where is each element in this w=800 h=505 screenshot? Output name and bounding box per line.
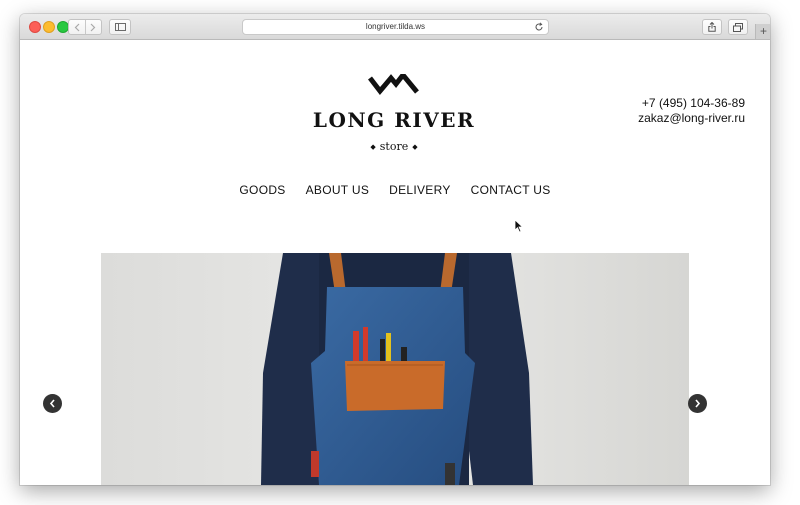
mountain-logo-icon xyxy=(368,74,419,95)
chevron-left-icon xyxy=(49,399,55,408)
diamond-icon: ◆ xyxy=(370,143,376,151)
phone-number[interactable]: +7 (495) 104-36-89 xyxy=(638,96,745,111)
browser-window: longriver.tilda.ws + LONG RIVER ◆ store ◆ … xyxy=(20,14,770,485)
share-icon xyxy=(708,22,716,32)
menu-item-contact-us[interactable]: CONTACT US xyxy=(471,183,551,197)
hero-image-apron xyxy=(101,253,689,485)
chevron-right-icon xyxy=(90,23,96,31)
tabs-overview-icon xyxy=(733,22,743,32)
chevron-right-icon xyxy=(695,399,701,408)
hero-slider xyxy=(101,253,689,485)
slider-next-button[interactable] xyxy=(688,394,707,413)
close-window-button[interactable] xyxy=(29,21,41,33)
chevron-left-icon xyxy=(74,23,80,31)
brand-name: LONG RIVER xyxy=(312,108,476,132)
menu-item-goods[interactable]: GOODS xyxy=(239,183,285,197)
menu-item-delivery[interactable]: DELIVERY xyxy=(389,183,451,197)
main-menu: GOODS ABOUT US DELIVERY CONTACT US xyxy=(20,183,770,197)
back-button[interactable] xyxy=(69,23,85,32)
back-forward-group xyxy=(68,19,102,35)
email-address[interactable]: zakaz@long-river.ru xyxy=(638,111,745,126)
new-tab-button[interactable]: + xyxy=(755,24,770,39)
sidebar-button[interactable] xyxy=(109,19,131,35)
browser-toolbar: longriver.tilda.ws + xyxy=(20,14,770,40)
reload-icon[interactable] xyxy=(534,22,544,32)
address-bar[interactable]: longriver.tilda.ws xyxy=(242,19,549,35)
brand-sub-text: store xyxy=(379,140,409,153)
mouse-cursor-icon xyxy=(514,219,524,233)
brand-logo[interactable]: LONG RIVER ◆ store ◆ xyxy=(306,74,482,154)
tabs-overview-button[interactable] xyxy=(728,19,748,35)
sidebar-icon xyxy=(114,23,126,31)
url-text: longriver.tilda.ws xyxy=(365,22,426,31)
forward-button[interactable] xyxy=(86,23,102,32)
menu-item-about-us[interactable]: ABOUT US xyxy=(306,183,370,197)
brand-subtitle: ◆ store ◆ xyxy=(306,140,482,153)
plus-icon: + xyxy=(759,24,767,38)
diamond-icon: ◆ xyxy=(412,143,418,151)
minimize-window-button[interactable] xyxy=(43,21,55,33)
contacts: +7 (495) 104-36-89 zakaz@long-river.ru xyxy=(638,96,745,126)
web-page: LONG RIVER ◆ store ◆ +7 (495) 104-36-89 za… xyxy=(20,40,770,485)
slider-prev-button[interactable] xyxy=(43,394,62,413)
share-button[interactable] xyxy=(702,19,722,35)
